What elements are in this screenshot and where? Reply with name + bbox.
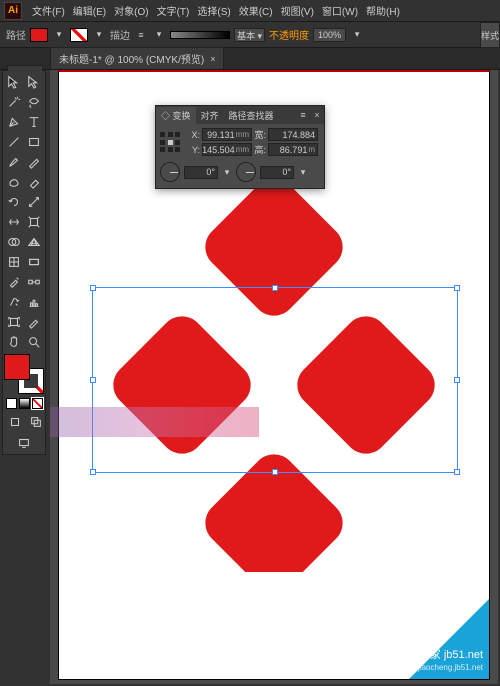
panel-close-icon[interactable]: × xyxy=(310,110,324,120)
stroke-weight-icon[interactable]: ≡ xyxy=(134,28,148,42)
width-tool-icon[interactable] xyxy=(4,212,24,232)
tab-align[interactable]: 对齐 xyxy=(196,107,224,124)
screen-mode-icon[interactable] xyxy=(4,433,44,453)
fill-color-swatch[interactable] xyxy=(4,354,30,380)
h-label: 高: xyxy=(254,143,266,156)
scale-tool-icon[interactable] xyxy=(24,192,44,212)
shear-field[interactable]: 0° xyxy=(260,166,294,179)
fill-stroke-control[interactable] xyxy=(4,354,44,394)
opacity-field[interactable]: 100% xyxy=(313,28,346,42)
toolbox-grip[interactable] xyxy=(7,65,43,71)
rotate-dropdown-icon[interactable]: ▾ xyxy=(220,165,234,179)
menu-window[interactable]: 窗口(W) xyxy=(318,3,362,18)
app-logo-icon: Ai xyxy=(4,2,22,20)
opacity-label: 不透明度 xyxy=(269,27,309,42)
color-mode-gradient-icon[interactable] xyxy=(19,398,30,409)
stroke-dropdown-icon[interactable]: ▾ xyxy=(92,28,106,42)
tab-transform[interactable]: ◇ 变换 xyxy=(156,107,196,124)
selection-bounds[interactable] xyxy=(92,287,458,473)
direct-selection-tool-icon[interactable] xyxy=(24,72,44,92)
menu-effect[interactable]: 效果(C) xyxy=(235,3,277,18)
x-label: X: xyxy=(188,130,200,140)
document-tab[interactable]: 未标题-1* @ 100% (CMYK/预览) × xyxy=(50,47,224,69)
watermark-bar xyxy=(50,407,259,437)
magic-wand-tool-icon[interactable] xyxy=(4,92,24,112)
w-label: 宽: xyxy=(254,128,266,141)
blend-tool-icon[interactable] xyxy=(24,272,44,292)
selection-tool-icon[interactable] xyxy=(4,72,24,92)
style-flyout-button[interactable]: 样式 xyxy=(480,22,500,48)
menu-view[interactable]: 视图(V) xyxy=(277,3,318,18)
menu-object[interactable]: 对象(O) xyxy=(110,3,152,18)
color-mode-none-icon[interactable] xyxy=(32,398,43,409)
stroke-swatch[interactable] xyxy=(70,28,88,42)
fill-dropdown-icon[interactable]: ▾ xyxy=(52,28,66,42)
x-field[interactable]: 99.131mm xyxy=(202,128,252,141)
menu-bar: Ai 文件(F) 编辑(E) 对象(O) 文字(T) 选择(S) 效果(C) 视… xyxy=(0,0,500,22)
slice-tool-icon[interactable] xyxy=(24,312,44,332)
eraser-tool-icon[interactable] xyxy=(24,172,44,192)
menu-help[interactable]: 帮助(H) xyxy=(362,3,404,18)
symbol-sprayer-tool-icon[interactable] xyxy=(4,292,24,312)
brush-dropdown-icon[interactable]: ▾ xyxy=(152,28,166,42)
color-mode-solid-icon[interactable] xyxy=(6,398,17,409)
opacity-dropdown-icon[interactable]: ▾ xyxy=(350,28,364,42)
menu-file[interactable]: 文件(F) xyxy=(28,3,69,18)
line-tool-icon[interactable] xyxy=(4,132,24,152)
eyedropper-tool-icon[interactable] xyxy=(4,272,24,292)
lasso-tool-icon[interactable] xyxy=(24,92,44,112)
blob-brush-tool-icon[interactable] xyxy=(4,172,24,192)
document-tab-bar: 未标题-1* @ 100% (CMYK/预览) × xyxy=(0,48,500,70)
transform-panel[interactable]: ◇ 变换 对齐 路径查找器 ≡ × X: 99.131mm 宽: 174.884 xyxy=(155,105,325,189)
y-field[interactable]: 145.504mm xyxy=(202,143,252,156)
options-bar: 路径 ▾ ▾ 描边 ≡ ▾ 基本 ▾ 不透明度 100% ▾ xyxy=(0,22,500,48)
pen-tool-icon[interactable] xyxy=(4,112,24,132)
watermark-text: 脚本之家 jb51.net jiaocheng.jb51.net xyxy=(397,648,483,673)
column-graph-tool-icon[interactable] xyxy=(24,292,44,312)
tab-pathfinder[interactable]: 路径查找器 xyxy=(224,107,279,124)
pencil-tool-icon[interactable] xyxy=(24,152,44,172)
artboard-tool-icon[interactable] xyxy=(4,312,24,332)
rectangle-tool-icon[interactable] xyxy=(24,132,44,152)
height-field[interactable]: 86.791m xyxy=(268,143,318,156)
type-tool-icon[interactable] xyxy=(24,112,44,132)
y-label: Y: xyxy=(188,145,200,155)
panel-tab-bar: ◇ 变换 对齐 路径查找器 ≡ × xyxy=(156,106,324,124)
shear-dial-icon[interactable] xyxy=(236,162,256,182)
panel-body: X: 99.131mm 宽: 174.884 Y: 145.504mm 高: 8… xyxy=(156,124,324,188)
menu-edit[interactable]: 编辑(E) xyxy=(69,3,110,18)
draw-mode-row xyxy=(4,411,47,433)
draw-behind-icon[interactable] xyxy=(26,412,46,432)
opt-path-label: 路径 xyxy=(6,27,26,42)
perspective-grid-tool-icon[interactable] xyxy=(24,232,44,252)
reference-point-selector[interactable] xyxy=(160,132,182,154)
rotate-tool-icon[interactable] xyxy=(4,192,24,212)
close-tab-icon[interactable]: × xyxy=(210,54,215,64)
panel-menu-icon[interactable]: ≡ xyxy=(296,110,310,120)
brush-preview[interactable] xyxy=(170,31,230,39)
free-transform-tool-icon[interactable] xyxy=(24,212,44,232)
rotate-field[interactable]: 0° xyxy=(184,166,218,179)
mesh-tool-icon[interactable] xyxy=(4,252,24,272)
document-tab-title: 未标题-1* @ 100% (CMYK/预览) xyxy=(59,51,204,66)
hand-tool-icon[interactable] xyxy=(4,332,24,352)
toolbox xyxy=(2,70,46,455)
gradient-tool-icon[interactable] xyxy=(24,252,44,272)
color-mode-row xyxy=(4,396,45,411)
draw-normal-icon[interactable] xyxy=(5,412,25,432)
fill-swatch[interactable] xyxy=(30,28,48,42)
shear-dropdown-icon[interactable]: ▾ xyxy=(296,165,310,179)
menu-select[interactable]: 选择(S) xyxy=(193,3,234,18)
menu-type[interactable]: 文字(T) xyxy=(153,3,194,18)
width-field[interactable]: 174.884 xyxy=(268,128,318,141)
zoom-tool-icon[interactable] xyxy=(24,332,44,352)
rotate-dial-icon[interactable] xyxy=(160,162,180,182)
stroke-label: 描边 xyxy=(110,27,130,42)
brush-basic-select[interactable]: 基本 ▾ xyxy=(234,28,265,42)
paintbrush-tool-icon[interactable] xyxy=(4,152,24,172)
shape-builder-tool-icon[interactable] xyxy=(4,232,24,252)
